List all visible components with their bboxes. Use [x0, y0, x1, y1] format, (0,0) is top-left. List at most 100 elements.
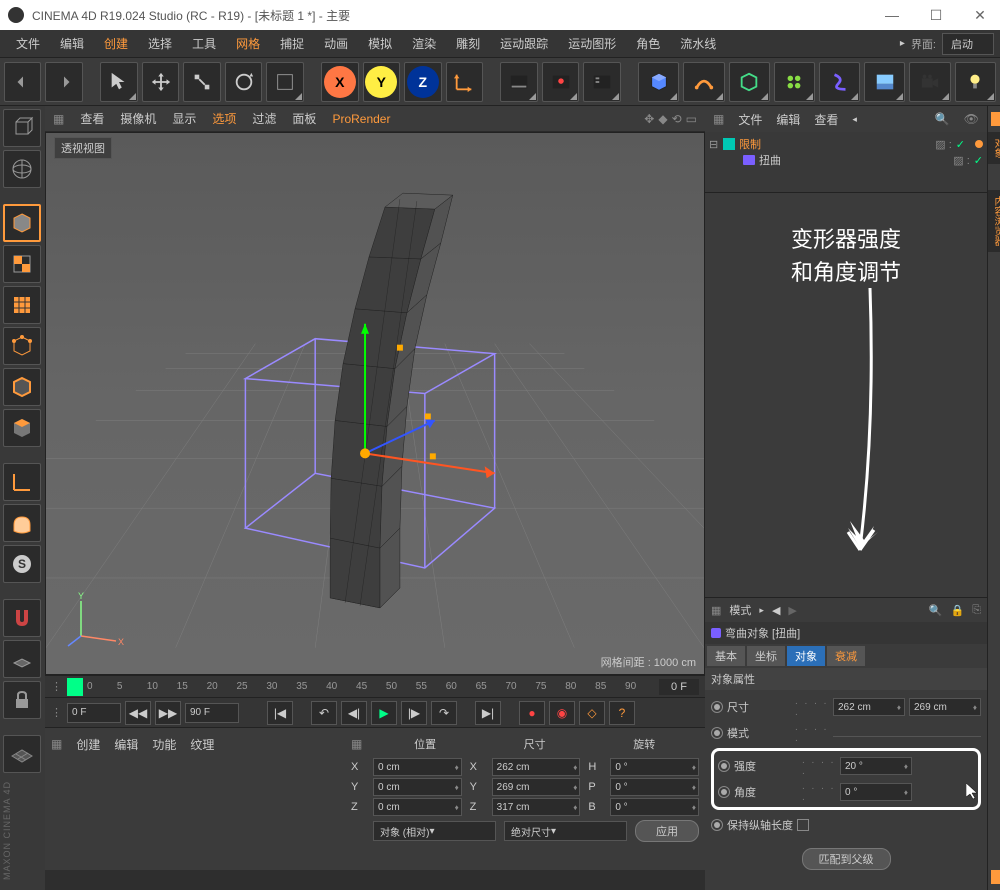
menu-render[interactable]: 渲染 — [402, 31, 446, 56]
menu-edit[interactable]: 编辑 — [50, 31, 94, 56]
radio-icon[interactable] — [711, 701, 723, 713]
camera-button[interactable] — [909, 62, 950, 102]
vp-toggle-icon[interactable]: ▭ — [686, 112, 697, 126]
rotate-tool[interactable] — [225, 62, 262, 102]
primitive-button[interactable] — [638, 62, 679, 102]
attr-tab-falloff[interactable]: 衰减 — [827, 646, 865, 666]
attr-tab-object[interactable]: 对象 — [787, 646, 825, 666]
mat-tex[interactable]: 纹理 — [190, 736, 214, 753]
frame-fwd-button[interactable]: |▶ — [401, 701, 427, 725]
size-x-input[interactable]: 262 cm♦ — [833, 698, 905, 716]
soft-select-icon[interactable] — [3, 504, 41, 542]
mat-edit[interactable]: 编辑 — [114, 736, 138, 753]
snap-icon[interactable]: S — [3, 545, 41, 583]
timeline-current[interactable]: 0 F — [659, 679, 699, 695]
object-tree[interactable]: ⊟ 限制 ▨ : ✓ 扭曲 ▨ : ✓ — [705, 132, 987, 192]
mat-create[interactable]: 创建 — [76, 736, 100, 753]
radio-icon[interactable] — [718, 760, 730, 772]
menu-mesh[interactable]: 网格 — [226, 31, 270, 56]
attr-link-icon[interactable]: ⎘ — [972, 604, 981, 617]
keep-length-checkbox[interactable] — [797, 819, 809, 831]
menu-motion-track[interactable]: 运动跟踪 — [490, 31, 558, 56]
grid-icon[interactable] — [3, 735, 41, 773]
axis-mode-icon[interactable] — [3, 463, 41, 501]
object-mode-icon[interactable] — [3, 204, 41, 242]
vm-camera[interactable]: 摄像机 — [120, 110, 156, 127]
coord-apply-button[interactable]: 应用 — [635, 820, 699, 842]
attr-search-icon[interactable]: 🔍 — [929, 604, 943, 617]
vm-prorender[interactable]: ProRender — [332, 112, 390, 126]
step-fwd-button[interactable]: ↷ — [431, 701, 457, 725]
radio-icon[interactable] — [711, 819, 723, 831]
pos-input[interactable]: 0 cm♦ — [373, 758, 462, 776]
timeline[interactable]: ⋮ 051015202530354045505560657075808590 0… — [45, 675, 705, 697]
size-input[interactable]: 317 cm♦ — [492, 798, 581, 816]
radio-icon[interactable] — [711, 727, 723, 739]
render-region-button[interactable] — [542, 62, 579, 102]
eye-icon[interactable]: 👁 — [964, 112, 979, 126]
autokey-button[interactable]: ◉ — [549, 701, 575, 725]
render-settings-button[interactable] — [583, 62, 620, 102]
close-button[interactable]: ✕ — [968, 3, 992, 27]
om-view[interactable]: 查看 — [814, 111, 838, 128]
generator-button[interactable] — [729, 62, 770, 102]
key-options-button[interactable]: ? — [609, 701, 635, 725]
dock-tab-objects[interactable]: 对象 — [988, 132, 1000, 164]
model-mode-icon[interactable] — [3, 109, 41, 147]
select-tool[interactable] — [100, 62, 137, 102]
radio-icon[interactable] — [718, 786, 730, 798]
workplane-icon[interactable] — [3, 640, 41, 678]
rot-input[interactable]: 0 °♦ — [610, 758, 699, 776]
vp-move-icon[interactable]: ✥ — [644, 112, 654, 126]
vm-panel[interactable]: 面板 — [292, 110, 316, 127]
menu-anim[interactable]: 动画 — [314, 31, 358, 56]
redo-button[interactable] — [45, 62, 82, 102]
vm-filter[interactable]: 过滤 — [252, 110, 276, 127]
axis-y-button[interactable]: Y — [363, 62, 400, 102]
magnet-icon[interactable] — [3, 599, 41, 637]
nav-back-icon[interactable]: ◀ — [772, 604, 780, 617]
menu-sim[interactable]: 模拟 — [358, 31, 402, 56]
om-edit[interactable]: 编辑 — [776, 111, 800, 128]
menu-sculpt[interactable]: 雕刻 — [446, 31, 490, 56]
vm-display[interactable]: 显示 — [172, 110, 196, 127]
last-tool[interactable] — [266, 62, 303, 102]
frame-back-button[interactable]: ◀| — [341, 701, 367, 725]
menu-mograph[interactable]: 运动图形 — [558, 31, 626, 56]
mat-func[interactable]: 功能 — [152, 736, 176, 753]
timeline-playhead[interactable] — [67, 678, 83, 696]
layout-dropdown[interactable]: 启动 — [942, 33, 994, 55]
deformer-button[interactable] — [819, 62, 860, 102]
om-file[interactable]: 文件 — [738, 111, 762, 128]
end-frame-input[interactable]: 90 F — [185, 703, 239, 723]
axis-z-button[interactable]: Z — [404, 62, 441, 102]
menu-tools[interactable]: 工具 — [182, 31, 226, 56]
lock-icon[interactable] — [3, 681, 41, 719]
point-mode-icon[interactable] — [3, 327, 41, 365]
uv-mode-icon[interactable] — [3, 286, 41, 324]
keyframe-button[interactable]: ◇ — [579, 701, 605, 725]
pos-input[interactable]: 0 cm♦ — [373, 798, 462, 816]
start-frame-input[interactable]: 0 F — [67, 703, 121, 723]
match-parent-button[interactable]: 匹配到父级 — [802, 848, 891, 870]
rot-input[interactable]: 0 °♦ — [610, 798, 699, 816]
dock-tab-browser[interactable]: 内容浏览器 — [988, 190, 1000, 252]
play-button[interactable]: ▶ — [371, 701, 397, 725]
prev-key-button[interactable]: ◀◀ — [125, 701, 151, 725]
attr-lock-icon[interactable]: 🔒 — [950, 604, 964, 617]
minimize-button[interactable]: — — [880, 3, 904, 27]
spline-button[interactable] — [683, 62, 724, 102]
menu-snap[interactable]: 捕捉 — [270, 31, 314, 56]
coord-system-button[interactable] — [446, 62, 483, 102]
undo-button[interactable] — [4, 62, 41, 102]
attr-mode-label[interactable]: 模式 — [729, 602, 751, 618]
move-tool[interactable] — [142, 62, 179, 102]
angle-input[interactable]: 0 °♦ — [840, 783, 912, 801]
light-button[interactable] — [955, 62, 996, 102]
maximize-button[interactable]: ☐ — [924, 3, 948, 27]
vp-zoom-icon[interactable]: ◆ — [658, 112, 667, 126]
go-end-button[interactable]: ▶| — [475, 701, 501, 725]
attr-tab-coord[interactable]: 坐标 — [747, 646, 785, 666]
menu-create[interactable]: 创建 — [94, 31, 138, 56]
nav-fwd-icon[interactable]: ▶ — [788, 604, 796, 617]
